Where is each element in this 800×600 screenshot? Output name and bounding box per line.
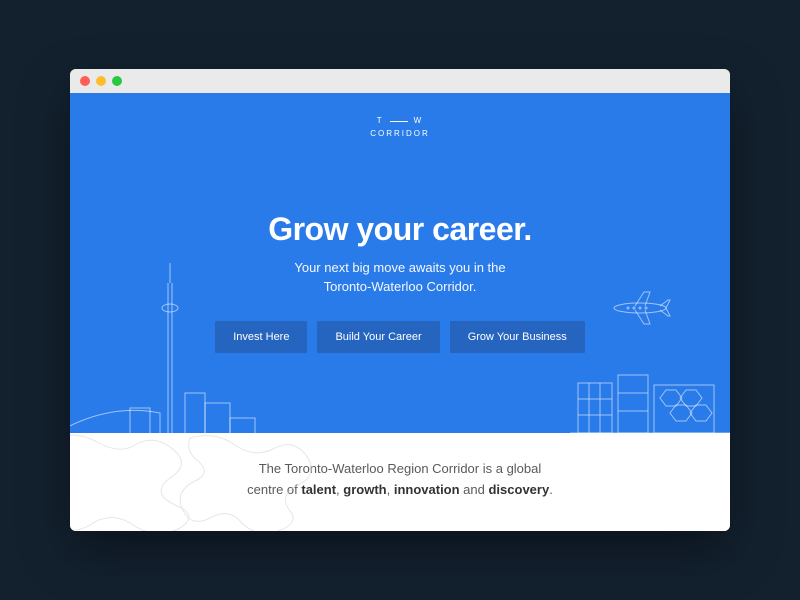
intro-discovery: discovery (488, 482, 549, 497)
hero-headline: Grow your career. (70, 211, 730, 248)
hero-subhead-line2: Toronto-Waterloo Corridor. (324, 279, 477, 294)
cta-row: Invest Here Build Your Career Grow Your … (70, 321, 730, 353)
browser-window: T W CORRIDOR Grow your career. Your next… (70, 69, 730, 531)
build-your-career-button[interactable]: Build Your Career (317, 321, 439, 353)
grow-your-business-button[interactable]: Grow Your Business (450, 321, 585, 353)
window-title-bar (70, 69, 730, 93)
logo-dash-icon (390, 121, 408, 122)
logo-word: CORRIDOR (70, 128, 730, 141)
intro-growth: growth (343, 482, 386, 497)
hero-subhead: Your next big move awaits you in the Tor… (70, 258, 730, 297)
intro-section: The Toronto-Waterloo Region Corridor is … (70, 433, 730, 531)
logo-letter-right: W (414, 115, 424, 128)
hero-section: T W CORRIDOR Grow your career. Your next… (70, 93, 730, 433)
logo-letter-left: T (377, 115, 384, 128)
intro-innovation: innovation (394, 482, 460, 497)
site-logo: T W CORRIDOR (70, 115, 730, 141)
invest-here-button[interactable]: Invest Here (215, 321, 307, 353)
close-icon[interactable] (80, 76, 90, 86)
map-outline-illustration (70, 433, 320, 531)
maximize-icon[interactable] (112, 76, 122, 86)
hero-subhead-line1: Your next big move awaits you in the (294, 260, 505, 275)
minimize-icon[interactable] (96, 76, 106, 86)
